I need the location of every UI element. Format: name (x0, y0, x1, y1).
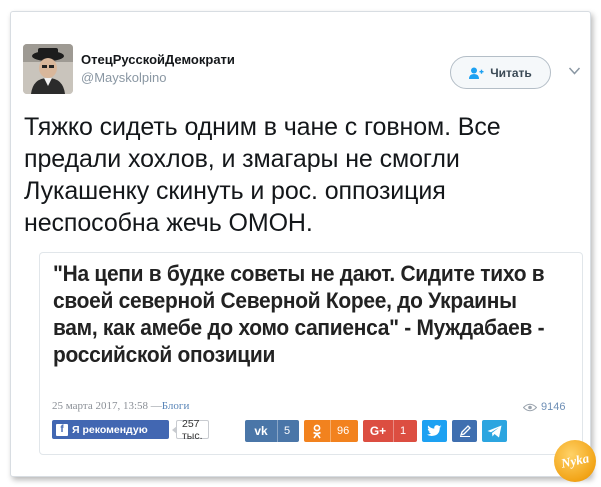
article-meta: 25 марта 2017, 13:58 —Блоги (52, 400, 189, 412)
follow-button-label: Читать (490, 65, 532, 80)
view-count: 9146 (523, 401, 565, 413)
facebook-icon: f (56, 423, 68, 436)
display-name[interactable]: ОтецРусскойДемократи (81, 52, 235, 67)
add-user-icon (469, 67, 484, 79)
eye-icon (523, 403, 537, 411)
facebook-recommend-label: Я рекомендую (72, 423, 148, 436)
facebook-recommend-button[interactable]: f Я рекомендую (52, 420, 169, 439)
avatar-image (23, 44, 73, 94)
article-date: 25 марта 2017, 13:58 (52, 400, 149, 412)
category-link[interactable]: Блоги (162, 400, 190, 412)
odnoklassniki-icon (304, 420, 330, 442)
facebook-count: 257 тыс. (172, 418, 209, 442)
twitter-share-button[interactable] (422, 420, 447, 442)
pen-icon (459, 425, 471, 437)
ok-count: 96 (330, 420, 355, 442)
telegram-plane-icon (487, 425, 502, 437)
vk-icon: vk (254, 424, 268, 438)
gplus-share-button[interactable]: G+ 1 (363, 420, 417, 442)
views-value: 9146 (541, 401, 566, 413)
mailru-share-button[interactable] (452, 420, 477, 442)
chevron-down-icon[interactable] (568, 66, 581, 76)
telegram-share-button[interactable] (482, 420, 507, 442)
google-plus-icon: G+ (369, 424, 387, 438)
watermark-text: Nyka (559, 450, 591, 471)
follow-button[interactable]: Читать (450, 56, 551, 89)
tweet-text: Тяжко сидеть одним в чане с говном. Все … (24, 113, 501, 237)
twitter-bird-icon (427, 425, 442, 436)
gplus-count: 1 (393, 420, 412, 442)
article-headline[interactable]: "На цепи в будке советы не дают. Сидите … (53, 260, 546, 368)
vk-count: 5 (277, 420, 296, 442)
user-handle[interactable]: @Mayskolpino (81, 70, 166, 85)
ok-share-button[interactable]: 96 (304, 420, 358, 442)
tweet-card: ОтецРусскойДемократи @Mayskolpino Читать… (10, 11, 596, 482)
meta-separator: — (150, 400, 162, 412)
quoted-article-card[interactable]: "На цепи в будке советы не дают. Сидите … (39, 252, 583, 455)
nyka-watermark-logo: Nyka (554, 440, 596, 482)
vk-share-button[interactable]: vk 5 (245, 420, 299, 442)
avatar[interactable] (23, 44, 73, 94)
